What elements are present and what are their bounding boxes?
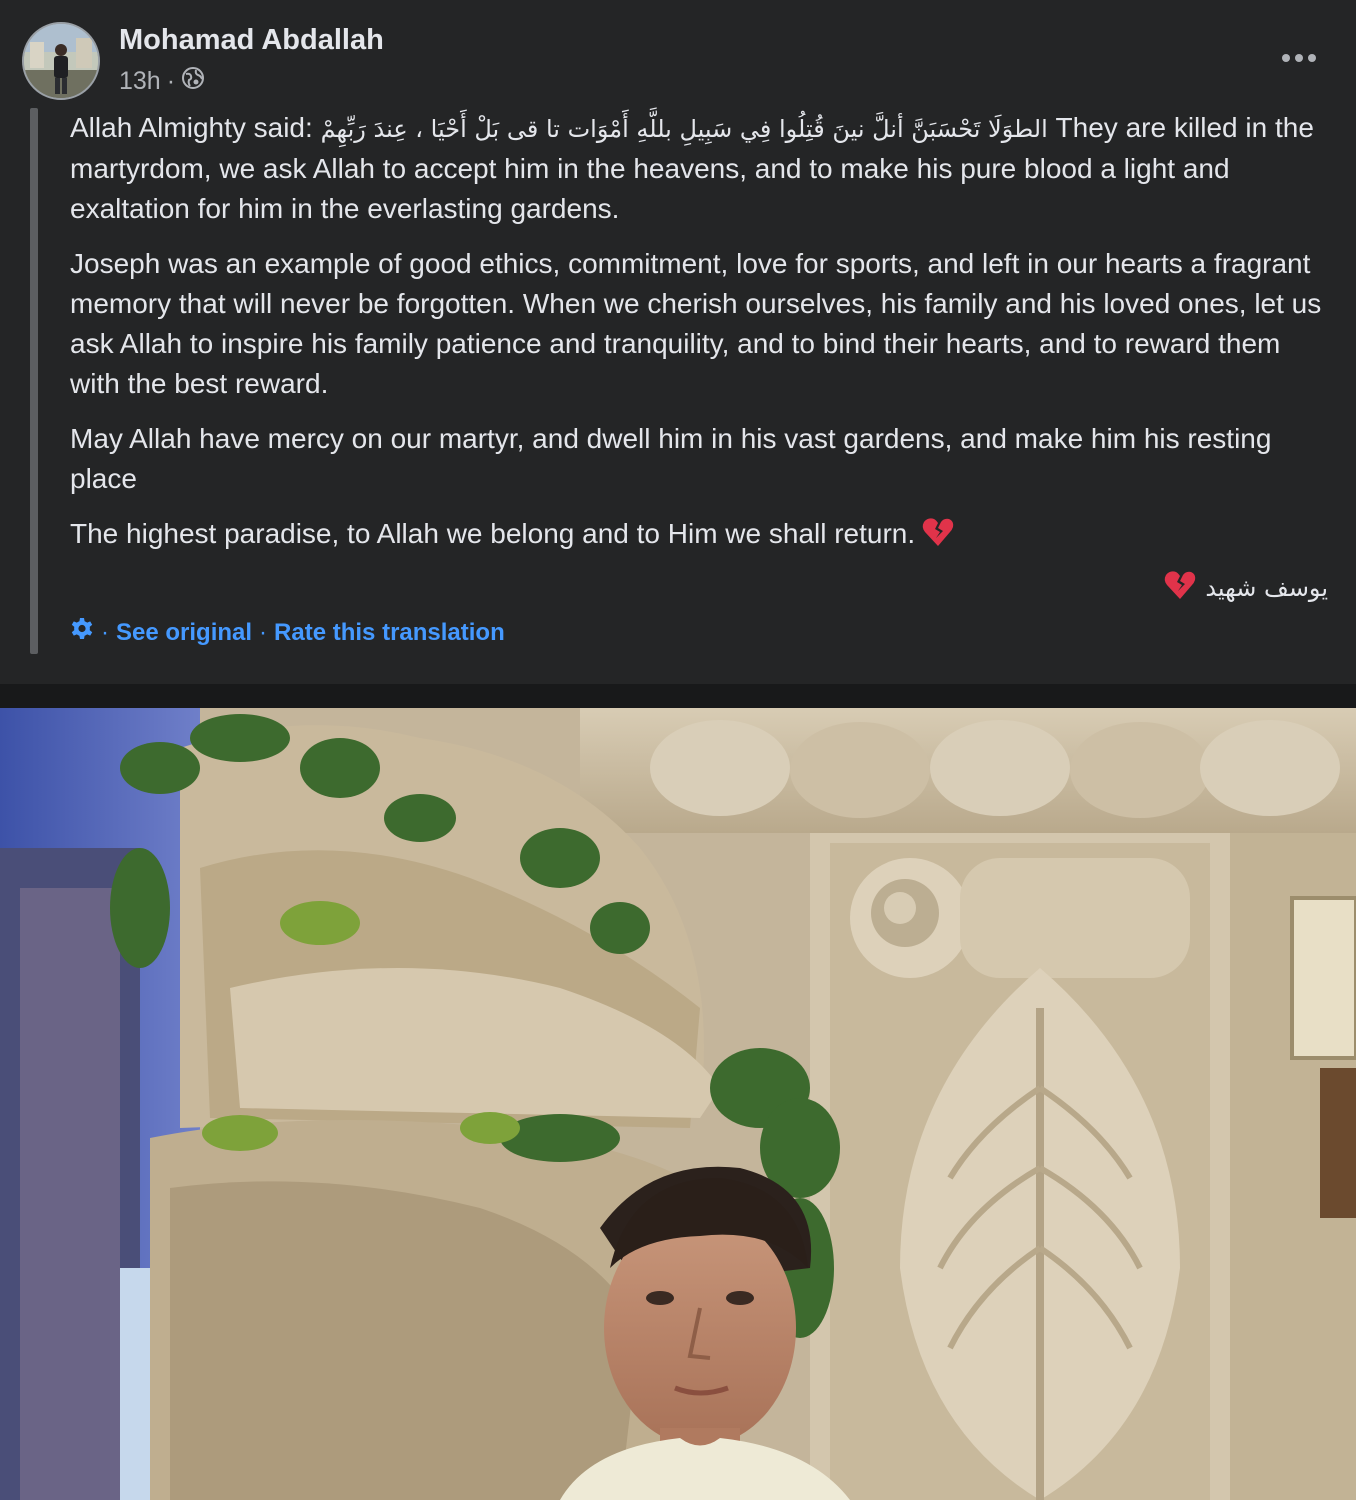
- arabic-signature: يوسف شهيد: [1163, 568, 1328, 608]
- translation-controls: · See original · Rate this translation: [70, 617, 505, 648]
- translation-separator: ·: [259, 618, 268, 646]
- post-header: Mohamad Abdallah 13h ·: [22, 22, 1334, 102]
- paragraph-4: The highest paradise, to Allah we belong…: [70, 514, 1326, 560]
- globe-icon[interactable]: [181, 66, 205, 97]
- post-meta: 13h ·: [119, 66, 205, 97]
- post-photo[interactable]: [0, 708, 1356, 1500]
- paragraph-1: Allah Almighty said: الطوَلَا تَحْسَبَنَ…: [70, 108, 1326, 229]
- broken-heart-icon: [1163, 568, 1197, 608]
- more-options-icon[interactable]: [1278, 40, 1320, 76]
- paragraph-3: May Allah have mercy on our martyr, and …: [70, 423, 1272, 494]
- paragraph-2: Joseph was an example of good ethics, co…: [70, 248, 1322, 399]
- photo-image: [0, 708, 1356, 1500]
- post-timestamp[interactable]: 13h: [119, 67, 161, 96]
- translation-quote-bar: [30, 108, 38, 654]
- author-name[interactable]: Mohamad Abdallah: [119, 24, 384, 57]
- signature-text: يوسف شهيد: [1205, 574, 1328, 602]
- paragraph-1-prefix: Allah Almighty said:: [70, 112, 321, 143]
- broken-heart-icon: [921, 515, 955, 560]
- post-body: Allah Almighty said: الطوَلَا تَحْسَبَنَ…: [70, 108, 1326, 575]
- quran-verse: الطوَلَا تَحْسَبَنَّ أنلَّ نينَ قُتِلُوا…: [320, 115, 1048, 143]
- translation-separator: ·: [101, 618, 109, 646]
- rate-translation-link[interactable]: Rate this translation: [274, 619, 505, 647]
- author-avatar[interactable]: [22, 22, 100, 100]
- paragraph-4-text: The highest paradise, to Allah we belong…: [70, 518, 916, 549]
- section-divider: [0, 684, 1356, 708]
- facebook-post: Mohamad Abdallah 13h · Allah Almighty sa…: [0, 0, 1356, 1500]
- see-original-link[interactable]: See original: [116, 619, 252, 647]
- avatar-image: [24, 24, 98, 98]
- gear-icon[interactable]: [70, 617, 94, 648]
- meta-separator: ·: [166, 67, 176, 95]
